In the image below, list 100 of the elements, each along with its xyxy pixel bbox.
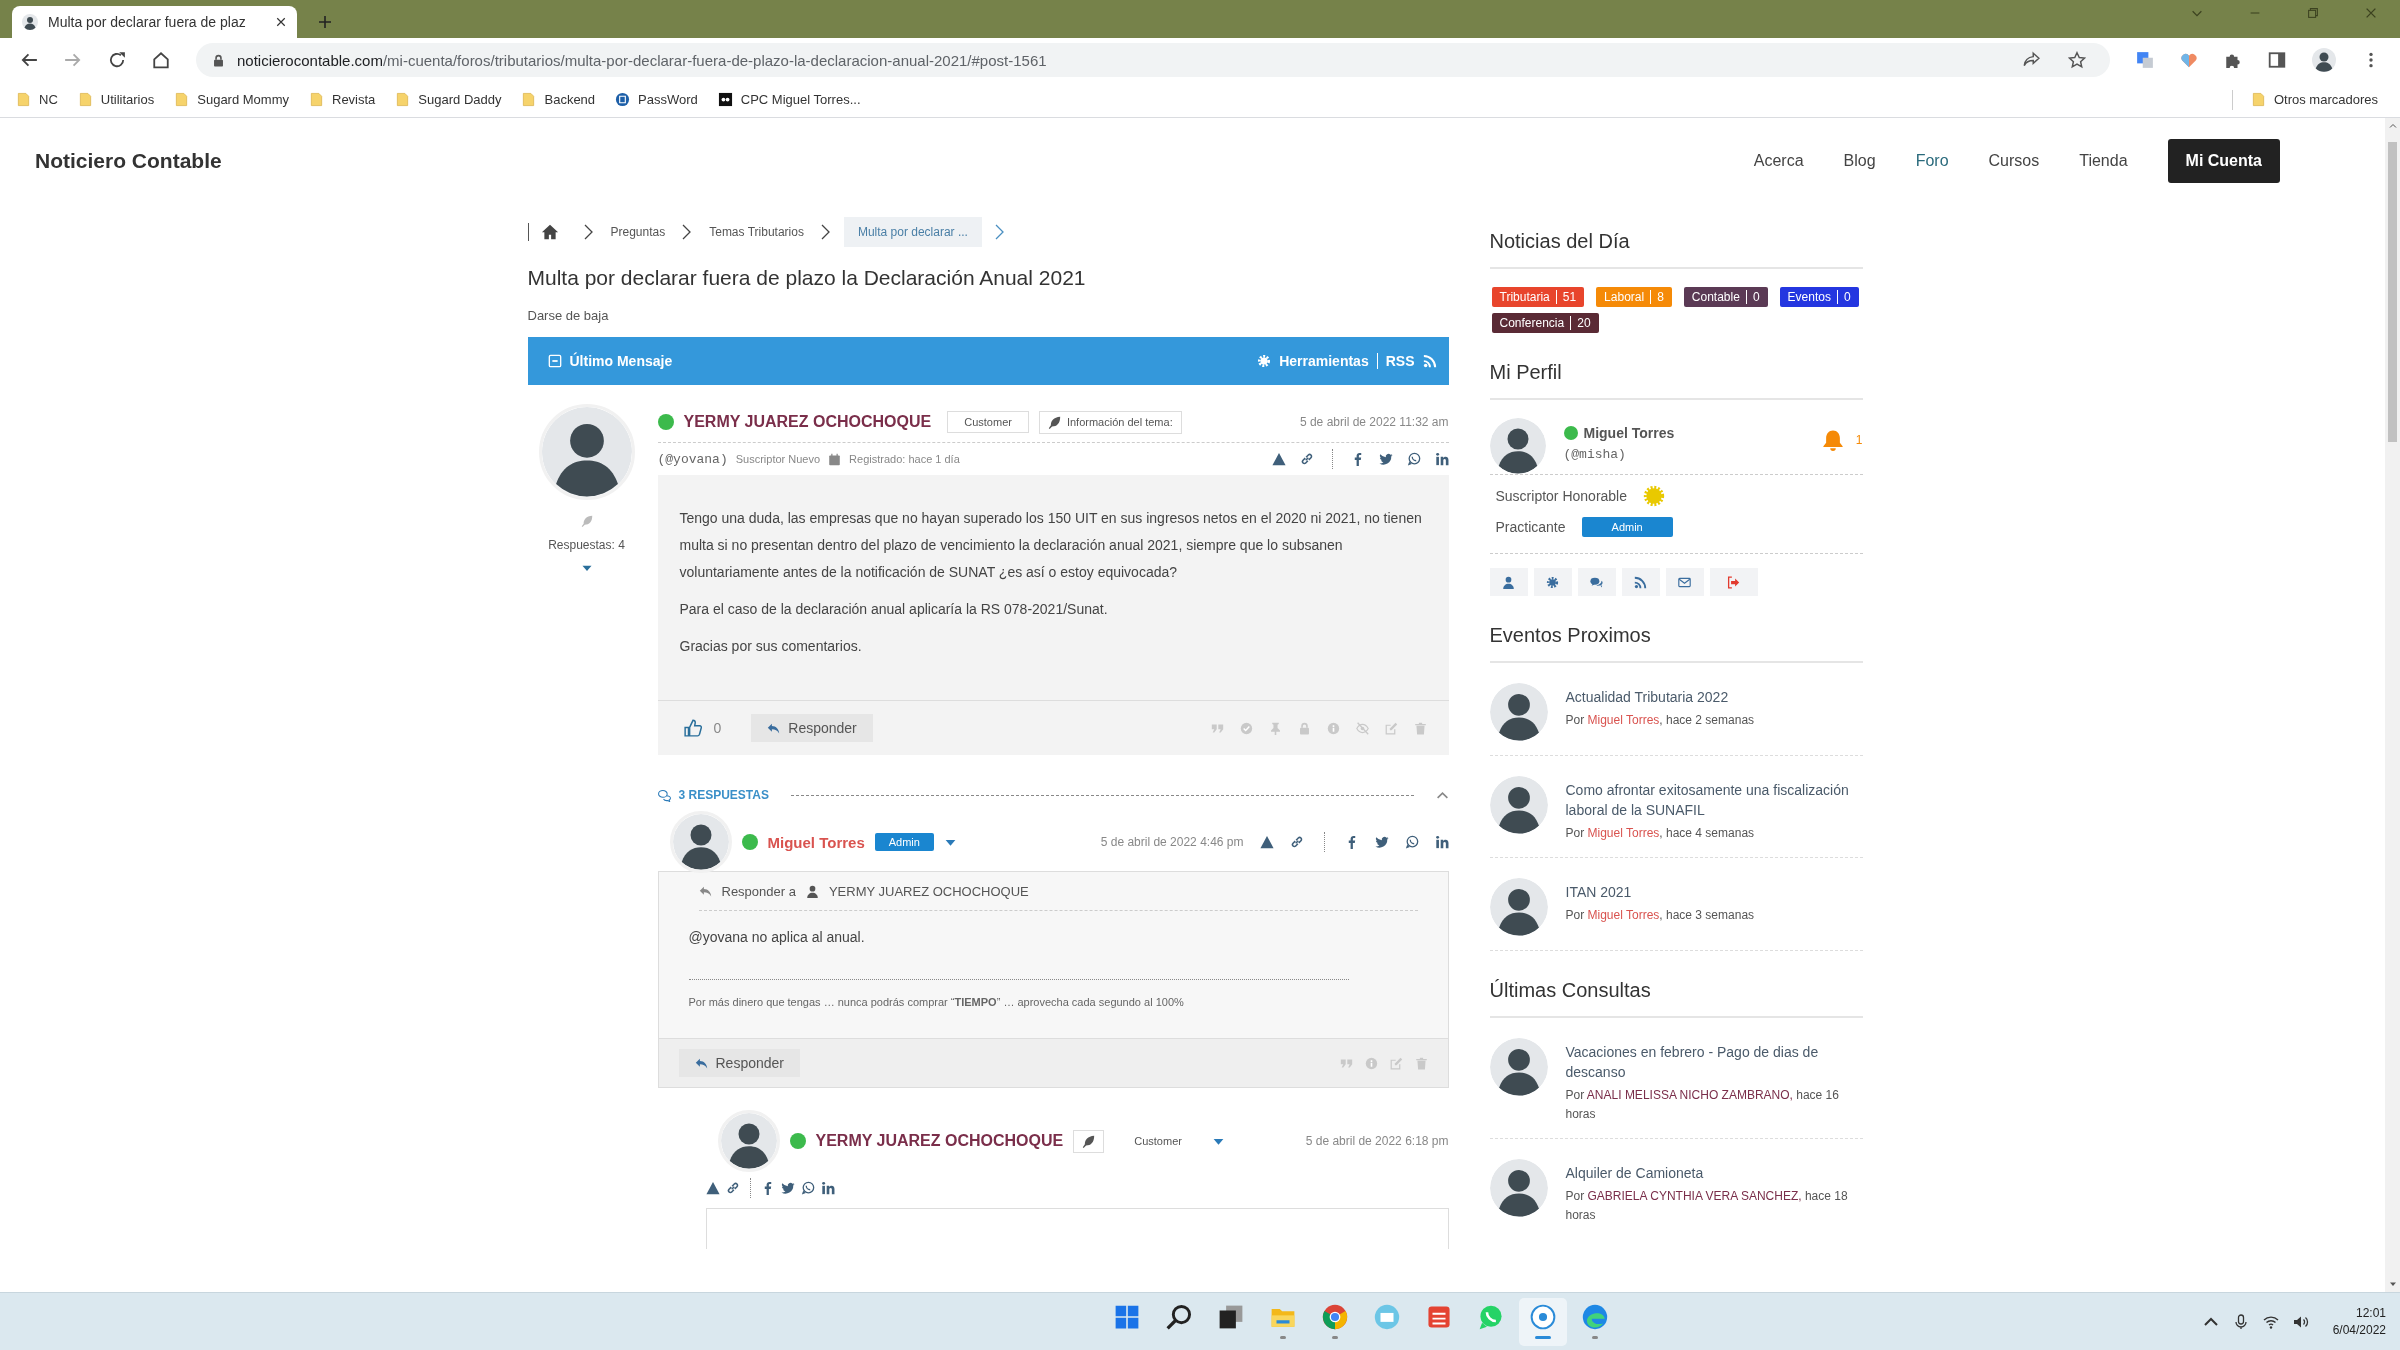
profile-action-button[interactable] [1621, 568, 1660, 596]
bookmark[interactable]: CPC Miguel Torres... [713, 90, 871, 109]
breadcrumb-link[interactable]: Multa por declarar ... [843, 217, 982, 247]
widget-title: Últimas Consultas [1489, 979, 1652, 1002]
twitter-icon[interactable] [1378, 452, 1393, 466]
report-icon[interactable] [705, 1181, 720, 1195]
reply-text: @yovana no aplica al anual. [687, 928, 866, 947]
profile-avatar[interactable] [2312, 48, 2336, 72]
report-icon[interactable] [1271, 452, 1286, 466]
user-avatar [1489, 418, 1546, 474]
side-panel-icon[interactable] [2268, 51, 2286, 69]
restore-icon[interactable] [2306, 6, 2320, 20]
post-date: 5 de abril de 2022 6:18 pm [1305, 1134, 1449, 1148]
translate-icon[interactable] [2136, 51, 2154, 69]
post-title-link[interactable]: Como afrontar exitosamente una fiscalización laboral de la SUNAFIL [1565, 780, 1863, 820]
back-icon[interactable] [20, 51, 38, 69]
whatsapp-icon[interactable] [800, 1181, 815, 1195]
scroll-down-icon [2388, 1280, 2397, 1288]
post-title-link[interactable]: Vacaciones en febrero - Pago de dias de descanso [1565, 1042, 1863, 1082]
scroll-up-icon [2388, 122, 2397, 130]
post-title-link[interactable]: Actualidad Tributaria 2022 [1565, 687, 1755, 707]
reply-icon [767, 721, 781, 735]
bookmark[interactable]: Utilitarios [73, 90, 165, 109]
linkedin-icon[interactable] [1434, 835, 1449, 849]
author-link[interactable]: ANALI MELISSA NICHO ZAMBRANO, [1586, 1088, 1793, 1102]
media-app-icon [1530, 1304, 1557, 1330]
reload-icon[interactable] [108, 51, 126, 69]
author-name[interactable]: YERMY JUAREZ OCHOCHOQUE [815, 1132, 1064, 1150]
breadcrumb-link[interactable]: Preguntas [606, 217, 670, 247]
author-name[interactable]: YERMY JUAREZ OCHOCHOQUE [683, 413, 932, 431]
replies-heading[interactable]: 3 RESPUESTAS [678, 788, 769, 802]
category-tag[interactable]: Contable 0 [1683, 287, 1768, 307]
topic-info-button[interactable]: Información del tema: [1038, 410, 1182, 434]
profile-action-button[interactable] [1577, 568, 1616, 596]
microphone-icon[interactable] [2232, 1313, 2249, 1330]
reply-to-name: YERMY JUAREZ OCHOCHOQUE [828, 883, 1029, 899]
site-favicon [22, 14, 38, 30]
account-button[interactable]: Mi Cuenta [2167, 139, 2280, 183]
site-logo[interactable]: Noticiero Contable [35, 149, 222, 173]
topic-info-button[interactable] [1073, 1129, 1105, 1153]
reply-button[interactable]: Responder [751, 714, 873, 742]
nav-link[interactable]: Tienda [2079, 152, 2128, 170]
bookmark-star-icon[interactable] [2068, 51, 2086, 69]
close-window-icon[interactable] [2364, 6, 2378, 20]
twitter-icon[interactable] [780, 1181, 795, 1195]
share-icon[interactable] [2022, 51, 2040, 69]
link-icon[interactable] [1289, 835, 1304, 849]
profile-action-button[interactable] [1665, 568, 1704, 596]
author-name[interactable]: Miguel Torres [767, 833, 865, 851]
linkedin-icon[interactable] [1434, 452, 1449, 466]
whatsapp-icon[interactable] [1406, 452, 1421, 466]
twitter-icon[interactable] [1374, 835, 1389, 849]
messages-icon [1590, 575, 1603, 589]
bookmark[interactable]: Revista [305, 90, 386, 109]
nav-link[interactable]: Foro [1915, 152, 1949, 170]
lock-icon [212, 53, 225, 67]
post-meta: Por ANALI MELISSA NICHO ZAMBRANO, hace 16 horas [1565, 1087, 1840, 1123]
address-bar[interactable]: noticierocontable.com/mi-cuenta/foros/tributarios/multa-por-declarar-fuera-de-plazo-la-declaracion-anual-2021/#post-1561 [196, 43, 2110, 77]
unsubscribe-link[interactable]: Darse de baja [527, 308, 1449, 323]
nav-link[interactable]: Acerca [1753, 152, 1804, 170]
author-link[interactable]: GABRIELA CYNTHIA VERA SANCHEZ, [1587, 1189, 1802, 1203]
link-icon[interactable] [1299, 452, 1314, 466]
folder-icon [521, 92, 537, 107]
user-avatar [1489, 1159, 1548, 1217]
profile-action-button[interactable] [1709, 568, 1758, 596]
post-title-link[interactable]: ITAN 2021 [1565, 882, 1755, 902]
notification-count: 1 [1855, 433, 1863, 447]
bookmark[interactable]: Otros marcadores [2246, 90, 2388, 109]
bookmark[interactable]: Sugard Daddy [391, 90, 512, 109]
report-icon[interactable] [1259, 835, 1274, 849]
widget-title: Eventos Proximos [1489, 624, 1652, 647]
post-title-link[interactable]: Alquiler de Camioneta [1565, 1163, 1863, 1183]
linkedin-icon[interactable] [820, 1181, 835, 1195]
scrollbar[interactable] [2385, 118, 2400, 1292]
whatsapp-icon[interactable] [1404, 835, 1419, 849]
link-icon[interactable] [725, 1181, 740, 1195]
bookmark[interactable]: NC [12, 90, 68, 109]
bookmark[interactable]: Sugard Mommy [170, 90, 299, 109]
scroll-thumb[interactable] [2388, 142, 2397, 442]
reply-button[interactable]: Responder [678, 1049, 800, 1077]
settings-icon [1546, 575, 1559, 589]
close-tab-icon[interactable] [275, 16, 287, 28]
home-icon[interactable] [152, 51, 170, 69]
nav-link[interactable]: Blog [1843, 152, 1876, 170]
bookmark[interactable]: Backend [517, 90, 606, 109]
category-tag[interactable]: Tributaria 51 [1491, 287, 1585, 307]
browser-tab[interactable]: Multa por declarar fuera de plaz [12, 6, 297, 38]
role-badge: Admin [874, 833, 934, 851]
category-tag[interactable]: Conferencia 20 [1491, 313, 1599, 333]
new-tab-icon[interactable] [317, 14, 333, 30]
nav-link[interactable]: Cursos [1988, 152, 2040, 170]
breadcrumb-link[interactable]: Temas Tributarios [705, 217, 808, 247]
category-tag[interactable]: Eventos 0 [1779, 287, 1859, 307]
like-icon[interactable] [683, 719, 702, 737]
profile-action-button[interactable] [1489, 568, 1528, 596]
profile-action-button[interactable] [1533, 568, 1572, 596]
browser-icon [1322, 1304, 1349, 1330]
bookmark[interactable]: PassWord [611, 90, 708, 109]
post-date: 5 de abril de 2022 4:46 pm [1100, 835, 1244, 849]
check-icon[interactable] [1239, 721, 1253, 735]
